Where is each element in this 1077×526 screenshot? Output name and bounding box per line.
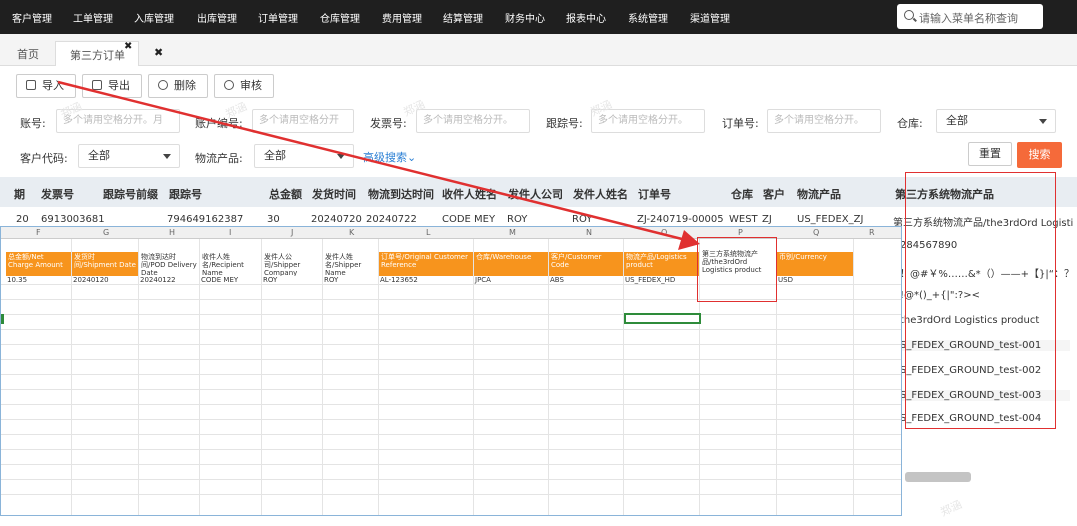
app-root: 客户管理 工单管理 入库管理 出库管理 订单管理 仓库管理 费用管理 结算管理 … (0, 0, 1077, 526)
annotation-arrow-icon (57, 80, 700, 250)
